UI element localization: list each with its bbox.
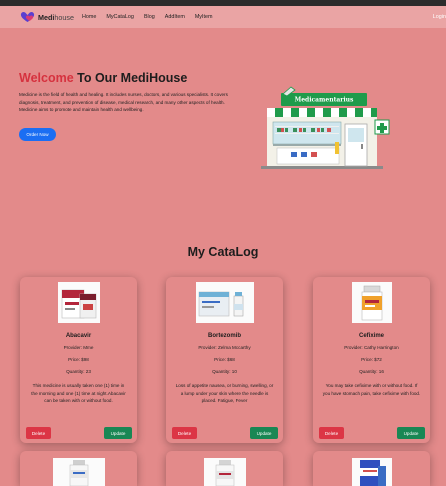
pill-bottle-icon <box>361 285 382 321</box>
catalog-card-abacavir: Abacavir Provider: Mme Price: $98 Quanti… <box>20 277 137 443</box>
brand-logo[interactable]: Medihouse <box>20 11 74 23</box>
product-name: Abacavir <box>65 333 92 339</box>
product-image <box>351 282 392 323</box>
product-provider: Provider: Mme <box>63 345 94 350</box>
nav-link-home[interactable]: Home <box>82 14 96 20</box>
medicine-box-icon <box>359 460 386 486</box>
vial-box-icon <box>198 291 243 317</box>
catalog-card-cefixime: Cefixime Provider: Cathy Harrington Pric… <box>313 277 430 443</box>
product-description: This medicine is usually taken one (1) t… <box>31 383 126 404</box>
product-price: Price: $72 <box>361 357 382 362</box>
nav-link-my-item[interactable]: MyItem <box>195 14 213 20</box>
nav-link-login[interactable]: Login <box>433 14 446 20</box>
medicine-box-icon <box>61 289 96 319</box>
store-sign-text: Medicamentarius <box>295 97 354 104</box>
product-quantity: Quantity: 23 <box>66 369 91 374</box>
update-button[interactable]: Update <box>250 427 278 439</box>
order-now-button[interactable]: Order Now <box>19 128 56 141</box>
product-description: Loss of appetite nausea, or burning, swe… <box>175 383 274 404</box>
delete-button[interactable]: Delete <box>172 427 197 439</box>
product-provider: Provider: Zelma Mccarthy <box>198 345 251 350</box>
catalog-card-bortezomib: Bortezomib Provider: Zelma Mccarthy Pric… <box>166 277 283 443</box>
hero-description: Medicine is the field of health and heal… <box>19 92 228 113</box>
nav-link-add-item[interactable]: AddItem <box>165 14 185 20</box>
product-image <box>195 282 254 323</box>
product-image <box>52 458 105 486</box>
nav-link-blog[interactable]: Blog <box>144 14 155 20</box>
delete-button[interactable]: Delete <box>319 427 344 439</box>
brand-name-thin: house <box>54 12 74 22</box>
catalog-card-row2-3 <box>313 451 430 486</box>
hero-title: Welcome To Our MediHouse <box>19 71 187 85</box>
brand-name: Medihouse <box>38 13 74 22</box>
hero-title-rest: To Our MediHouse <box>77 71 188 85</box>
catalog-card-row2-1 <box>20 451 137 486</box>
catalog-title: My CataLog <box>187 245 259 259</box>
product-image <box>203 458 246 486</box>
nav-links: Home MyCataLog Blog AddItem MyItem <box>82 14 223 20</box>
product-description: You may take cefixime with or without fo… <box>322 383 421 396</box>
delete-button[interactable]: Delete <box>26 427 51 439</box>
update-button[interactable]: Update <box>104 427 132 439</box>
update-button[interactable]: Update <box>397 427 425 439</box>
product-quantity: Quantity: 10 <box>212 369 237 374</box>
brand-name-bold: Medi <box>38 12 55 22</box>
pill-bottle-icon <box>215 460 234 486</box>
product-image <box>351 458 392 486</box>
product-price: Price: $98 <box>68 357 89 362</box>
catalog-card-row2-2 <box>166 451 283 486</box>
pill-bottle-icon <box>69 460 88 486</box>
product-quantity: Quantity: 16 <box>359 369 384 374</box>
pharmacy-store-illustration: Medicamentarius <box>261 86 390 169</box>
heart-logo-icon <box>20 12 35 22</box>
product-name: Cefixime <box>358 333 384 339</box>
product-image <box>57 282 100 323</box>
hero-title-welcome: Welcome <box>19 71 74 85</box>
nav-link-my-catalog[interactable]: MyCataLog <box>106 14 134 20</box>
product-price: Price: $68 <box>214 357 235 362</box>
navbar: Medihouse Home MyCataLog Blog AddItem My… <box>0 6 446 28</box>
product-name: Bortezomib <box>208 333 241 339</box>
product-provider: Provider: Cathy Harrington <box>344 345 399 350</box>
